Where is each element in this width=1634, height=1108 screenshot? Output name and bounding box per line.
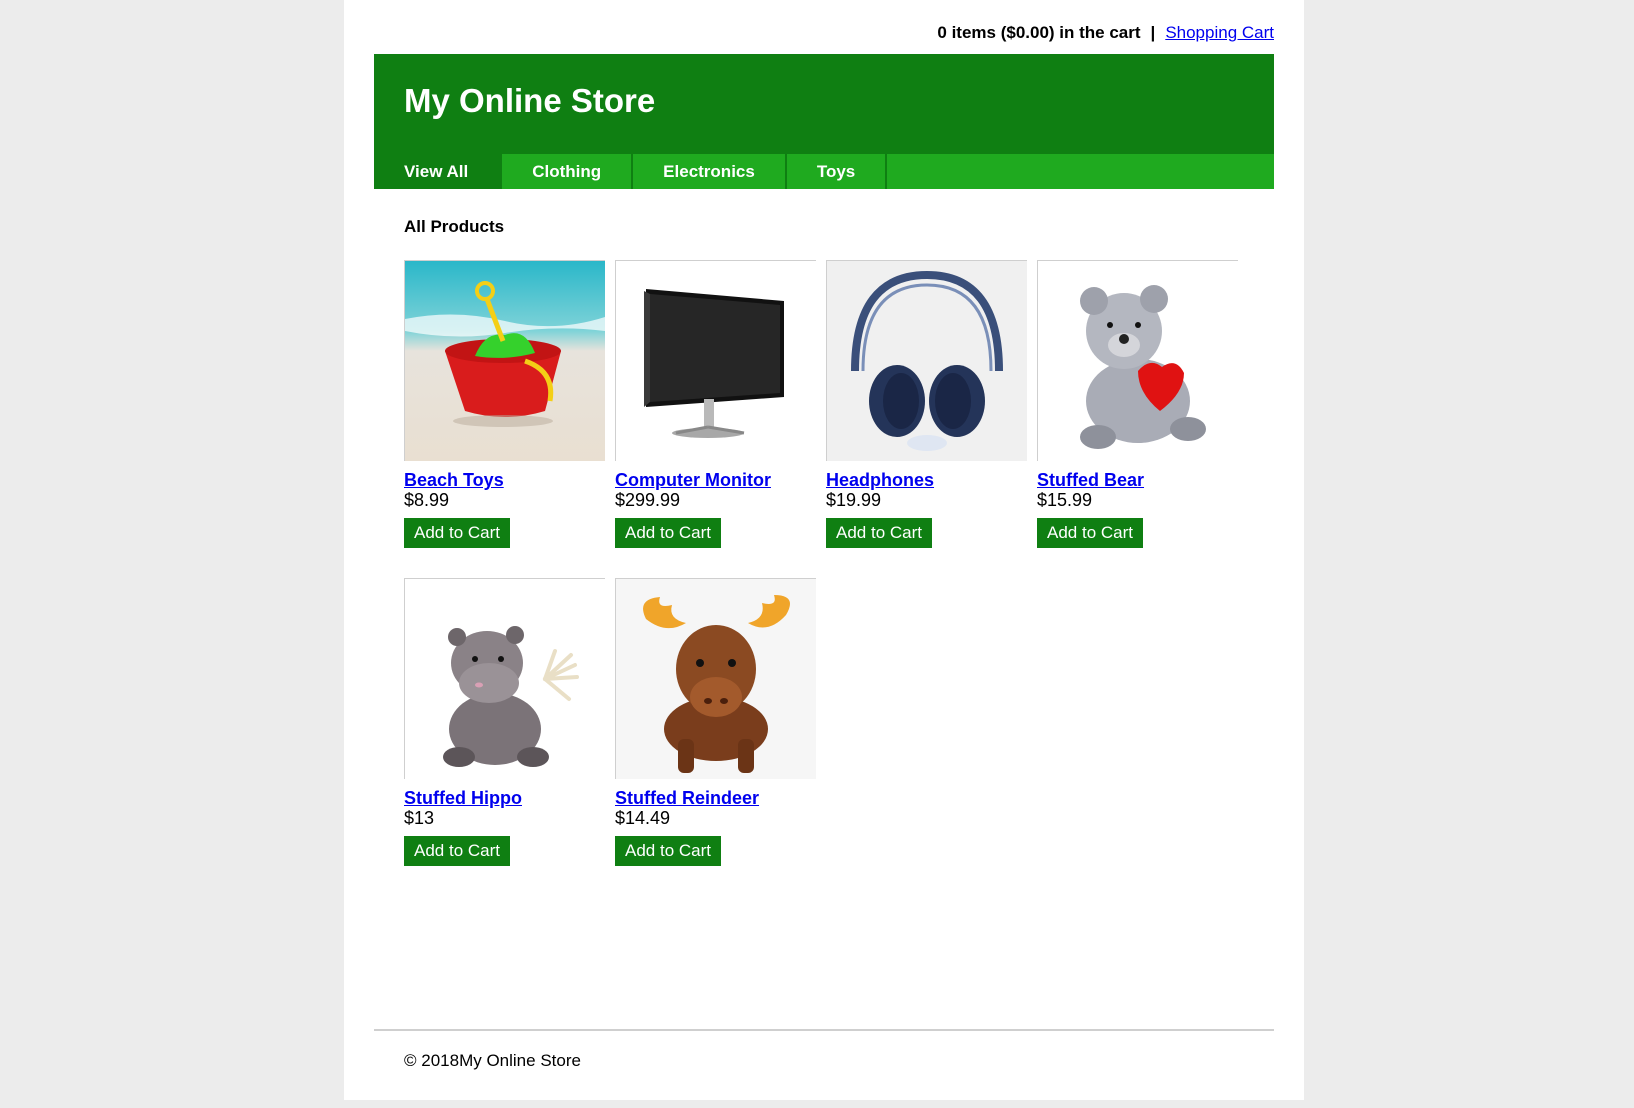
product-card: Stuffed Hippo $13 Add to Cart <box>404 578 606 866</box>
teddy-bear-image[interactable] <box>1037 260 1238 461</box>
reindeer-plush-image[interactable] <box>615 578 816 779</box>
product-name-link[interactable]: Stuffed Reindeer <box>615 788 817 808</box>
product-card: Beach Toys $8.99 Add to Cart <box>404 260 606 548</box>
cart-status-bar: 0 items ($0.00) in the cart | Shopping Car… <box>937 22 1274 44</box>
site-title[interactable]: My Online Store <box>404 82 655 120</box>
product-price: $15.99 <box>1037 490 1093 510</box>
tab-electronics[interactable]: Electronics <box>633 154 787 189</box>
product-card: Computer Monitor $299.99 Add to Cart <box>615 260 817 548</box>
cart-summary: 0 items ($0.00) in the cart <box>937 23 1141 42</box>
footer-copyright: © 2018My Online Store <box>404 1051 581 1070</box>
product-name-link[interactable]: Stuffed Bear <box>1037 470 1239 490</box>
tab-clothing[interactable]: Clothing <box>502 154 634 189</box>
shopping-cart-link[interactable]: Shopping Cart <box>1165 23 1274 42</box>
tab-view-all[interactable]: View All <box>374 154 503 189</box>
product-price: $19.99 <box>826 490 882 510</box>
product-card: Headphones $19.99 Add to Cart <box>826 260 1028 548</box>
cart-separator: | <box>1150 23 1156 42</box>
product-price: $13 <box>404 808 435 828</box>
add-to-cart-button[interactable]: Add to Cart <box>826 518 932 548</box>
footer-divider <box>374 1029 1274 1031</box>
add-to-cart-button[interactable]: Add to Cart <box>1037 518 1143 548</box>
add-to-cart-button[interactable]: Add to Cart <box>615 836 721 866</box>
product-name-link[interactable]: Beach Toys <box>404 470 606 490</box>
product-price: $8.99 <box>404 490 450 510</box>
add-to-cart-button[interactable]: Add to Cart <box>615 518 721 548</box>
headphones-image[interactable] <box>826 260 1027 461</box>
section-title: All Products <box>404 217 505 236</box>
product-card: Stuffed Reindeer $14.49 Add to Cart <box>615 578 817 866</box>
product-price: $299.99 <box>615 490 681 510</box>
add-to-cart-button[interactable]: Add to Cart <box>404 836 510 866</box>
product-name-link[interactable]: Headphones <box>826 470 1028 490</box>
category-nav: View All Clothing Electronics Toys <box>374 154 1274 189</box>
product-name-link[interactable]: Computer Monitor <box>615 470 817 490</box>
site-header: My Online Store View All Clothing Electr… <box>374 54 1274 189</box>
store-page: 0 items ($0.00) in the cart | Shopping Car… <box>344 0 1304 1100</box>
product-name-link[interactable]: Stuffed Hippo <box>404 788 606 808</box>
beach-bucket-image[interactable] <box>404 260 605 461</box>
monitor-image[interactable] <box>615 260 816 461</box>
hippo-plush-image[interactable] <box>404 578 605 779</box>
add-to-cart-button[interactable]: Add to Cart <box>404 518 510 548</box>
product-card: Stuffed Bear $15.99 Add to Cart <box>1037 260 1239 548</box>
product-price: $14.49 <box>615 808 671 828</box>
tab-toys[interactable]: Toys <box>787 154 888 189</box>
